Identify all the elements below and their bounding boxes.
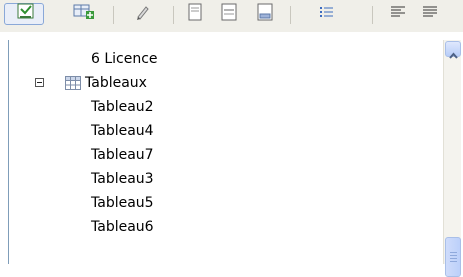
toolbar-button-list[interactable] (315, 3, 339, 25)
grip-line (450, 258, 457, 259)
grip-line (450, 255, 457, 256)
tree-item-label: 6 Licence (91, 51, 158, 67)
toolbar-button-page-header[interactable] (253, 3, 277, 25)
align-justify-icon (420, 2, 440, 26)
check-list-icon (8, 2, 40, 26)
tree-item-label: Tableau3 (91, 171, 154, 187)
toolbar-button-page-lines[interactable] (217, 3, 241, 25)
toolbar (0, 0, 463, 32)
page-lines-icon (219, 2, 239, 26)
tree-item-label: Tableau7 (91, 147, 154, 163)
list-icon (317, 2, 337, 26)
tree-item-label: Tableau5 (91, 195, 154, 211)
toolbar-button-check-list[interactable] (4, 3, 44, 25)
toolbar-button-add-table[interactable] (70, 3, 100, 25)
tree-item-label: Tableau4 (91, 123, 154, 139)
grip-line (450, 261, 457, 262)
tree-item-label: Tableaux (85, 75, 147, 91)
scrollbar-thumb[interactable] (445, 237, 461, 277)
edit-icon (133, 2, 153, 26)
toolbar-separator (290, 6, 291, 24)
collapse-minus-icon[interactable] (35, 78, 44, 87)
toolbar-button-align-left[interactable] (386, 3, 410, 25)
toolbar-button-edit[interactable] (131, 3, 155, 25)
toolbar-separator (113, 6, 114, 24)
scroll-up-button[interactable] (445, 41, 461, 59)
table-icon (65, 75, 81, 98)
align-left-icon (388, 2, 408, 26)
tree-item-tableaux[interactable]: Tableaux (9, 72, 429, 94)
toolbar-separator (372, 6, 373, 24)
toolbar-button-align-justify[interactable] (418, 3, 442, 25)
tree-item-label: Tableau2 (91, 99, 154, 115)
page-icon (185, 2, 205, 26)
toolbar-separator (173, 6, 174, 24)
add-table-icon (72, 2, 98, 26)
navigator-tree: 6 Licence Tableaux Tableau2 Tableau4 Tab… (8, 40, 442, 264)
chevron-up-icon (449, 45, 458, 64)
vertical-scrollbar[interactable] (443, 40, 461, 277)
page-header-icon (255, 2, 275, 26)
grip-line (450, 252, 457, 253)
tree-item-label: Tableau6 (91, 219, 154, 235)
toolbar-button-page[interactable] (183, 3, 207, 25)
